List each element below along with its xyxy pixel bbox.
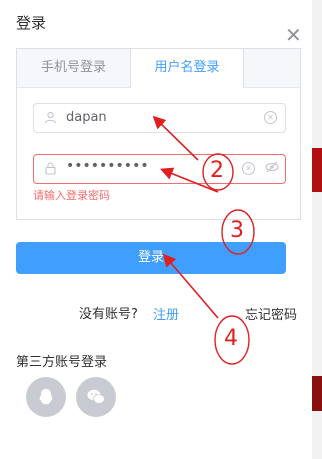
- clear-icon[interactable]: ✕: [242, 162, 255, 175]
- background-red-strip: [312, 148, 322, 192]
- annotation-number: 4: [224, 326, 238, 351]
- tab-phone-login[interactable]: 手机号登录: [17, 49, 130, 87]
- no-account-text: 没有账号?: [79, 307, 138, 322]
- login-dialog: 登录 ✕ 手机号登录 用户名登录 dapan ✕ •••••••••• ✕ 请输…: [0, 0, 312, 459]
- annotation-number: 2: [210, 158, 224, 183]
- clear-icon[interactable]: ✕: [264, 111, 277, 124]
- qq-icon[interactable]: [26, 377, 66, 417]
- user-icon: [44, 111, 58, 125]
- login-button[interactable]: 登录: [16, 242, 286, 274]
- username-value: dapan: [66, 110, 107, 125]
- tab-username-login[interactable]: 用户名登录: [130, 49, 244, 88]
- login-tabs: 手机号登录 用户名登录 dapan ✕ •••••••••• ✕ 请输入登录密码: [16, 48, 301, 220]
- tab-bar: 手机号登录 用户名登录: [17, 49, 300, 88]
- background-red-strip: [312, 376, 322, 411]
- lock-icon: [44, 162, 58, 176]
- register-link[interactable]: 注册: [153, 304, 179, 323]
- password-field[interactable]: •••••••••• ✕: [33, 154, 286, 184]
- wechat-icon[interactable]: [76, 377, 116, 417]
- close-icon[interactable]: ✕: [285, 25, 302, 45]
- username-field[interactable]: dapan ✕: [33, 103, 286, 133]
- annotation-number: 3: [230, 218, 244, 243]
- eye-hidden-icon[interactable]: [265, 161, 279, 176]
- password-error: 请输入登录密码: [33, 189, 110, 202]
- forgot-password-link[interactable]: 忘记密码: [245, 304, 297, 323]
- dialog-title: 登录: [16, 14, 47, 32]
- password-value: ••••••••••: [66, 158, 149, 174]
- third-party-label: 第三方账号登录: [16, 355, 108, 370]
